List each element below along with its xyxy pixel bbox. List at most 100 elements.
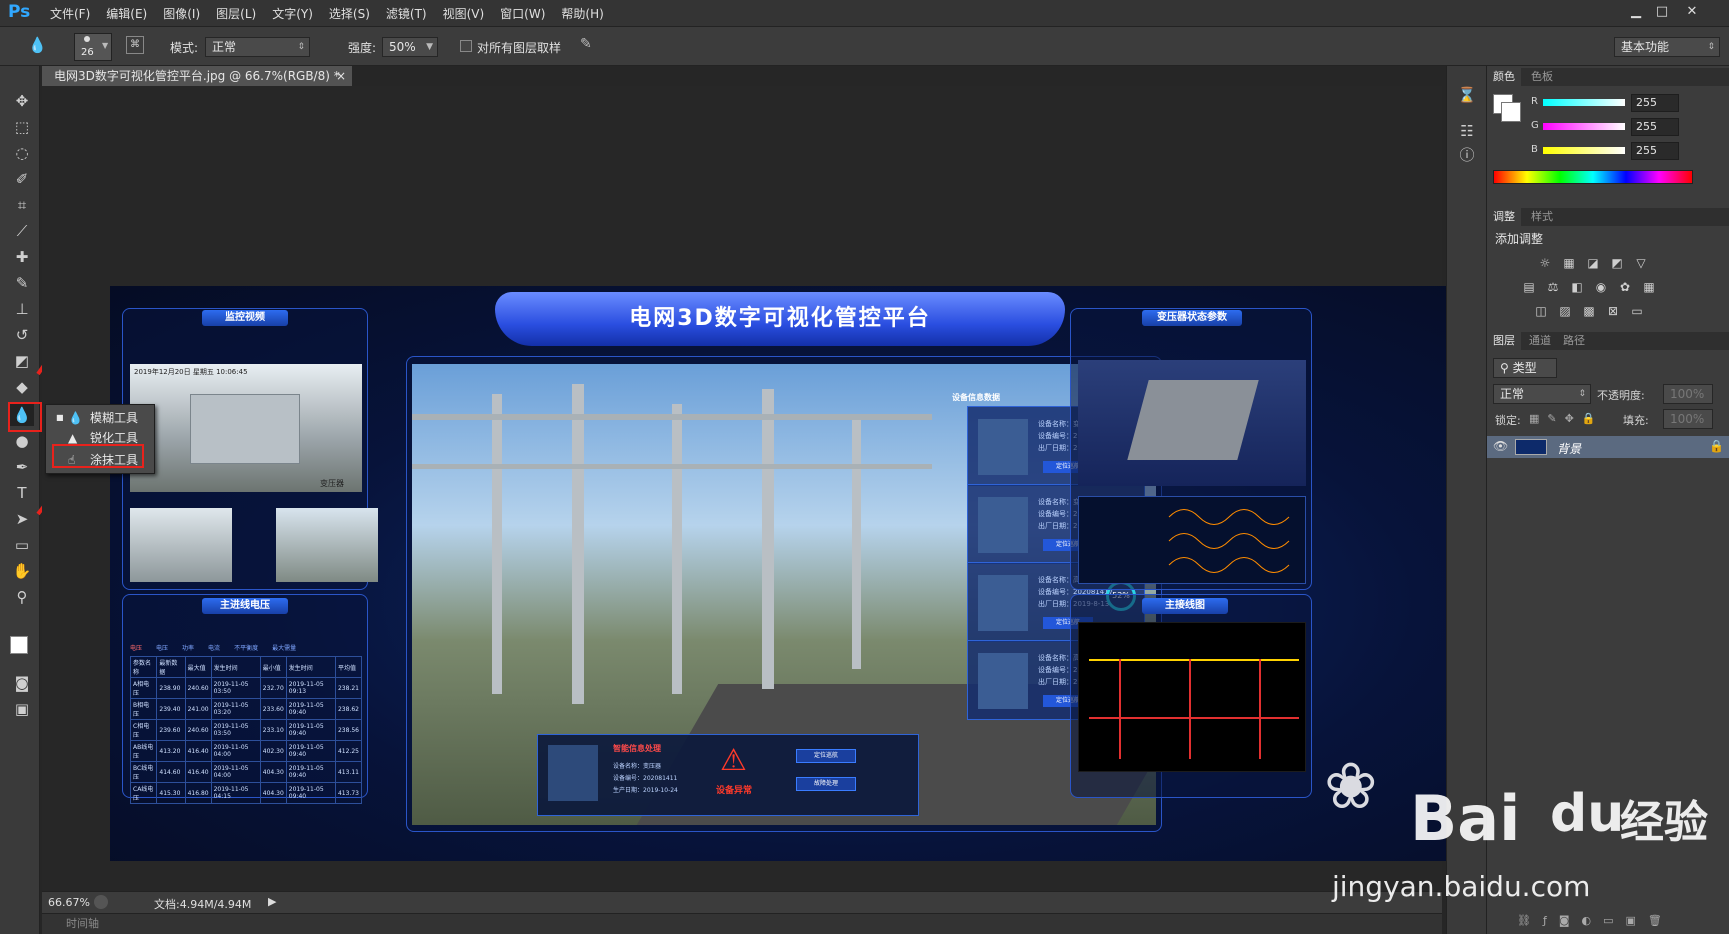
channel-mixer-icon[interactable]: ✿ (1617, 280, 1633, 294)
quick-mask-icon[interactable]: ◙ (10, 672, 34, 694)
paint-bucket-tool-icon[interactable]: ◆ (10, 376, 34, 398)
voltage-tab[interactable]: 电压 (156, 643, 168, 652)
eraser-tool-icon[interactable]: ◩ (10, 350, 34, 372)
status-arrow-icon[interactable]: ▶ (268, 895, 276, 908)
panel-background-swatch[interactable] (1501, 102, 1521, 122)
camera-thumb-1[interactable] (130, 508, 232, 582)
hand-tool-icon[interactable]: ✋ (10, 560, 34, 582)
quick-select-tool-icon[interactable]: ✐ (10, 168, 34, 190)
red-value-field[interactable]: 255 (1631, 94, 1679, 112)
threshold-icon[interactable]: ▩ (1581, 304, 1597, 318)
color-lookup-icon[interactable]: ▦ (1641, 280, 1657, 294)
color-ramp[interactable] (1493, 170, 1693, 184)
crop-tool-icon[interactable]: ⌗ (10, 194, 34, 216)
posterize-icon[interactable]: ▨ (1557, 304, 1573, 318)
alarm-locate-button[interactable]: 定位巡航 (796, 749, 856, 763)
close-tab-icon[interactable]: × (336, 66, 346, 86)
mode-select[interactable]: 正常 ⇕ (205, 37, 310, 57)
properties-panel-icon[interactable]: ☷ (1455, 120, 1479, 142)
tab-paths[interactable]: 路径 (1557, 332, 1591, 350)
menu-window[interactable]: 窗口(W) (500, 5, 545, 22)
lasso-tool-icon[interactable]: ◌ (10, 142, 34, 164)
voltage-tab[interactable]: 功率 (182, 643, 194, 652)
tab-channels[interactable]: 通道 (1523, 332, 1557, 350)
green-slider[interactable] (1543, 123, 1625, 130)
blue-slider[interactable] (1543, 147, 1625, 154)
healing-brush-tool-icon[interactable]: ✚ (10, 246, 34, 268)
menu-edit[interactable]: 编辑(E) (106, 5, 147, 22)
levels-icon[interactable]: ▦ (1561, 256, 1577, 270)
menu-type[interactable]: 文字(Y) (272, 5, 313, 22)
black-white-icon[interactable]: ◧ (1569, 280, 1585, 294)
vibrance-icon[interactable]: ▽ (1633, 256, 1649, 270)
move-tool-icon[interactable]: ✥ (10, 90, 34, 112)
hue-saturation-icon[interactable]: ▤ (1521, 280, 1537, 294)
menu-layer[interactable]: 图层(L) (216, 5, 256, 22)
brush-tool-icon[interactable]: ✎ (10, 272, 34, 294)
menu-help[interactable]: 帮助(H) (561, 5, 603, 22)
marquee-tool-icon[interactable]: ⬚ (10, 116, 34, 138)
strength-field[interactable]: 50% ▼ (382, 37, 438, 57)
brush-preset-picker[interactable]: 26 ▼ (74, 33, 112, 61)
menu-view[interactable]: 视图(V) (443, 5, 485, 22)
maximize-button[interactable]: □ (1650, 2, 1674, 22)
camera-thumb-2[interactable] (276, 508, 378, 582)
menu-filter[interactable]: 滤镜(T) (386, 5, 427, 22)
voltage-tab[interactable]: 不平衡度 (234, 643, 258, 652)
tab-swatches[interactable]: 色板 (1525, 68, 1559, 86)
voltage-tab[interactable]: 最大需量 (272, 643, 296, 652)
green-value-field[interactable]: 255 (1631, 118, 1679, 136)
photo-filter-icon[interactable]: ◉ (1593, 280, 1609, 294)
layer-actions[interactable]: ⛓ƒ◙◐▭▣🗑 (1517, 914, 1674, 927)
color-balance-icon[interactable]: ⚖ (1545, 280, 1561, 294)
blue-value-field[interactable]: 255 (1631, 142, 1679, 160)
history-panel-icon[interactable]: ⌛ (1455, 84, 1479, 106)
voltage-tab[interactable]: 电流 (208, 643, 220, 652)
tab-styles[interactable]: 样式 (1525, 208, 1559, 226)
timeline-panel[interactable]: 时间轴 (42, 913, 1442, 934)
minimize-button[interactable]: ▁ (1624, 2, 1648, 22)
screen-mode-icon[interactable]: ▣ (10, 698, 34, 720)
tab-layers[interactable]: 图层 (1487, 332, 1521, 350)
zoom-tool-icon[interactable]: ⚲ (10, 586, 34, 608)
history-brush-tool-icon[interactable]: ↺ (10, 324, 34, 346)
menu-file[interactable]: 文件(F) (50, 5, 90, 22)
zoom-readout[interactable]: 66.67% (48, 896, 90, 909)
sample-all-layers-checkbox[interactable] (460, 40, 472, 52)
pen-tool-icon[interactable]: ✒ (10, 456, 34, 478)
opacity-field[interactable]: 100% (1663, 384, 1713, 404)
voltage-tab[interactable]: 电压 (130, 643, 142, 652)
tab-color[interactable]: 颜色 (1487, 68, 1521, 86)
gradient-map-icon[interactable]: ▭ (1629, 304, 1645, 318)
close-button[interactable]: ✕ (1680, 2, 1704, 22)
red-slider[interactable] (1543, 99, 1625, 106)
type-tool-icon[interactable]: T (10, 482, 34, 504)
tab-adjustments[interactable]: 调整 (1487, 208, 1521, 226)
info-panel-icon[interactable]: ⓘ (1455, 144, 1479, 166)
lock-icons[interactable]: ▦✎✥🔒 (1529, 412, 1604, 425)
foreground-color-swatch[interactable] (10, 636, 28, 654)
dodge-tool-icon[interactable]: ● (10, 430, 34, 452)
fill-field[interactable]: 100% (1663, 409, 1713, 429)
flyout-blur-tool[interactable]: ■ 💧 模糊工具 (52, 409, 150, 427)
document-tab[interactable]: 电网3D数字可视化管控平台.jpg @ 66.7%(RGB/8) * × (42, 66, 352, 86)
brightness-icon[interactable]: ☼ (1537, 256, 1553, 270)
clone-stamp-tool-icon[interactable]: ⊥ (10, 298, 34, 320)
workspace-select[interactable]: 基本功能 ⇕ (1614, 37, 1720, 57)
pressure-brush-icon[interactable]: ✎ (580, 36, 598, 54)
selective-color-icon[interactable]: ⊠ (1605, 304, 1621, 318)
eyedropper-tool-icon[interactable]: ⟋ (10, 220, 34, 242)
menu-select[interactable]: 选择(S) (329, 5, 370, 22)
alarm-fault-button[interactable]: 故障处理 (796, 777, 856, 791)
rectangle-tool-icon[interactable]: ▭ (10, 534, 34, 556)
exposure-icon[interactable]: ◩ (1609, 256, 1625, 270)
menu-image[interactable]: 图像(I) (163, 5, 200, 22)
brush-panel-toggle-icon[interactable]: ⌘ (126, 36, 144, 54)
path-select-tool-icon[interactable]: ➤ (10, 508, 34, 530)
layer-row-background[interactable]: 👁 背景 🔒 (1487, 436, 1729, 458)
layer-filter-select[interactable]: ⚲ 类型 (1493, 358, 1557, 378)
invert-icon[interactable]: ◫ (1533, 304, 1549, 318)
eye-icon[interactable]: 👁 (1493, 439, 1508, 453)
status-menu-icon[interactable] (94, 895, 108, 909)
curves-icon[interactable]: ◪ (1585, 256, 1601, 270)
